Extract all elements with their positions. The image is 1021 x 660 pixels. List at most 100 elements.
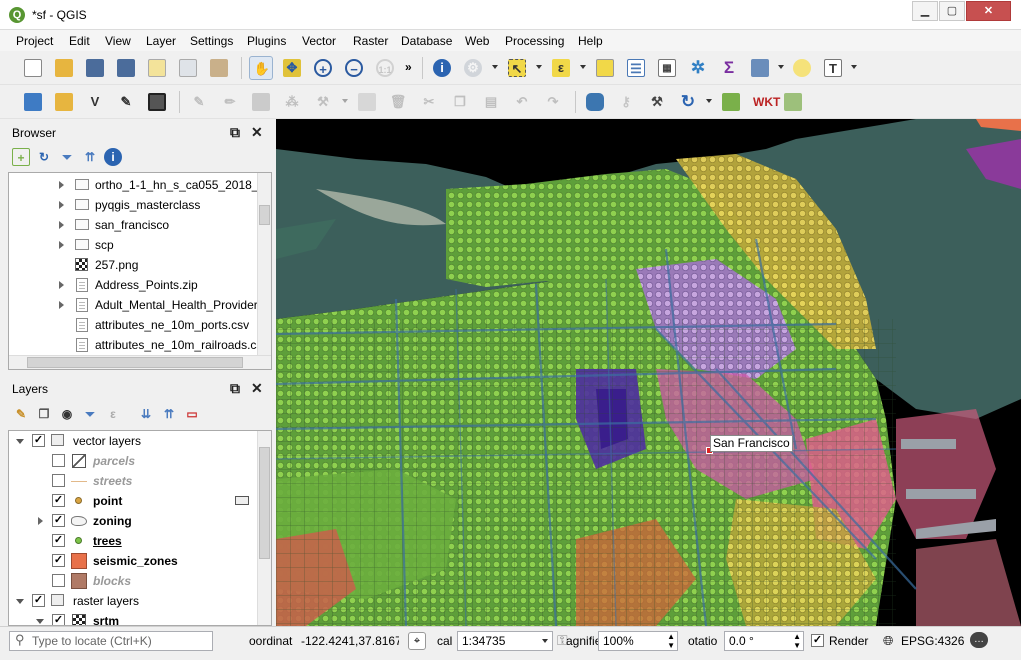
pan-to-selection-button[interactable]: ✥ <box>280 56 304 80</box>
filter-icon[interactable]: ⏷ <box>81 405 99 423</box>
chevron-right-icon[interactable] <box>59 221 64 229</box>
select-features-icon[interactable]: ↖ <box>505 56 529 80</box>
undock-icon[interactable]: ⧉ <box>230 124 240 141</box>
open-project-button[interactable] <box>52 56 76 80</box>
editing-indicator-icon[interactable] <box>235 496 249 505</box>
layer-trees[interactable]: ✓ trees <box>9 531 259 551</box>
collapse-all-icon[interactable]: ⇈ <box>81 148 99 166</box>
toggle-editing-icon[interactable]: ✏ <box>218 90 242 114</box>
layer-checkbox[interactable]: ✓ <box>52 534 65 547</box>
scrollbar-thumb[interactable] <box>259 205 270 225</box>
close-icon[interactable]: ✕ <box>251 380 263 397</box>
redo-icon[interactable]: ↷ <box>541 90 565 114</box>
layer-checkbox[interactable] <box>52 474 65 487</box>
chevron-right-icon[interactable] <box>59 281 64 289</box>
filter-icon[interactable]: ⏷ <box>58 148 76 166</box>
scrollbar-thumb[interactable] <box>259 447 270 559</box>
browser-horizontal-scrollbar[interactable] <box>9 355 271 369</box>
chevron-down-icon[interactable] <box>16 439 24 444</box>
style-panel-icon[interactable]: ✎ <box>12 405 30 423</box>
save-edits-icon[interactable] <box>249 90 273 114</box>
new-geopackage-icon[interactable] <box>52 90 76 114</box>
layer-zoning[interactable]: ✓ zoning <box>9 511 259 531</box>
mouse-coordinates-toggle-icon[interactable]: ⌖ <box>408 632 426 650</box>
digitize-icon[interactable]: ✎ <box>114 90 138 114</box>
vertex-tool-icon[interactable]: ⚒ <box>311 90 335 114</box>
map-canvas[interactable]: San Francisco <box>276 119 1021 626</box>
save-as-button[interactable] <box>114 56 138 80</box>
add-selected-layers-icon[interactable]: + <box>12 148 30 166</box>
menu-web[interactable]: Web <box>465 34 489 48</box>
pan-hand-icon[interactable]: ✋ <box>249 56 273 80</box>
layer-checkbox[interactable]: ✓ <box>52 514 65 527</box>
menu-project[interactable]: Project <box>16 34 53 48</box>
spinner-arrows-icon[interactable]: ▲ ▼ <box>667 632 675 650</box>
chevron-down-icon[interactable] <box>580 65 586 69</box>
chevron-right-icon[interactable] <box>59 241 64 249</box>
chevron-down-icon[interactable] <box>492 65 498 69</box>
browser-item-ortho[interactable]: ortho_1-1_hn_s_ca055_2018_1 <box>9 175 259 195</box>
browser-vertical-scrollbar[interactable] <box>257 173 271 355</box>
statistics-icon[interactable]: Σ <box>717 56 741 80</box>
layout-manager-button[interactable] <box>176 56 200 80</box>
visibility-eye-icon[interactable]: ◉ <box>58 405 76 423</box>
chevron-right-icon[interactable] <box>59 301 64 309</box>
render-checkbox[interactable]: ✓ <box>811 634 824 647</box>
new-print-layout-button[interactable] <box>145 56 169 80</box>
current-edits-icon[interactable]: ✎ <box>187 90 211 114</box>
menu-layer[interactable]: Layer <box>146 34 176 48</box>
menu-settings[interactable]: Settings <box>190 34 233 48</box>
expand-all-icon[interactable]: ⇊ <box>137 405 155 423</box>
magnifier-spinbox[interactable]: 100% ▲ ▼ <box>598 631 678 651</box>
zoom-native-icon[interactable]: 1:1 <box>373 56 397 80</box>
processing-toolbox-icon[interactable]: ✲ <box>686 56 710 80</box>
field-calculator-icon[interactable]: ▦ <box>655 56 679 80</box>
menu-vector[interactable]: Vector <box>302 34 336 48</box>
layer-checkbox[interactable]: ✓ <box>32 434 45 447</box>
chevron-down-icon[interactable] <box>542 639 548 643</box>
zoom-in-icon[interactable]: + <box>311 56 335 80</box>
layer-parcels[interactable]: parcels <box>9 451 259 471</box>
layer-seismic-zones[interactable]: ✓ seismic_zones <box>9 551 259 571</box>
browser-item-address-points[interactable]: Address_Points.zip <box>9 275 259 295</box>
plugin-tool-icon[interactable]: ⚷ <box>614 90 638 114</box>
action-icon[interactable]: ⚙ <box>461 56 485 80</box>
quickmapservices-icon[interactable] <box>719 90 743 114</box>
identify-icon[interactable]: i <box>430 56 454 80</box>
spinner-arrows-icon[interactable]: ▲ ▼ <box>793 632 801 650</box>
rotation-spinbox[interactable]: 0.0 ° ▲ ▼ <box>724 631 804 651</box>
copy-features-icon[interactable]: ❐ <box>448 90 472 114</box>
refresh-icon[interactable]: ↻ <box>35 148 53 166</box>
chevron-down-icon[interactable] <box>536 65 542 69</box>
chevron-right-icon[interactable] <box>59 201 64 209</box>
filter-expression-icon[interactable]: ε <box>104 405 122 423</box>
menu-database[interactable]: Database <box>401 34 452 48</box>
map-tips-icon[interactable] <box>790 56 814 80</box>
save-project-button[interactable] <box>83 56 107 80</box>
layer-checkbox[interactable]: ✓ <box>52 554 65 567</box>
globe-icon[interactable]: 🌐︎ <box>883 633 893 649</box>
chevron-down-icon[interactable] <box>342 99 348 103</box>
layer-checkbox[interactable]: ✓ <box>52 614 65 625</box>
deselect-features-icon[interactable] <box>593 56 617 80</box>
zoom-out-icon[interactable]: − <box>342 56 366 80</box>
text-annotation-icon[interactable]: T <box>821 56 845 80</box>
toolbar-overflow-icon[interactable]: » <box>405 60 412 74</box>
scrollbar-thumb[interactable] <box>27 357 243 368</box>
modify-attributes-icon[interactable] <box>355 90 379 114</box>
add-group-icon[interactable]: ❐ <box>35 405 53 423</box>
python-console-icon[interactable] <box>583 90 607 114</box>
menu-view[interactable]: View <box>105 34 131 48</box>
browser-item-mental-health[interactable]: Adult_Mental_Health_Provider <box>9 295 259 315</box>
locator-search-input[interactable]: ⚲ Type to locate (Ctrl+K) <box>9 631 213 651</box>
crs-button[interactable]: EPSG:4326 <box>901 634 964 648</box>
browser-item-scp[interactable]: scp <box>9 235 259 255</box>
plugin-builder-icon[interactable]: ⚒ <box>645 90 669 114</box>
measure-icon[interactable] <box>748 56 772 80</box>
chevron-down-icon[interactable] <box>778 65 784 69</box>
paste-features-icon[interactable]: ▤ <box>479 90 503 114</box>
close-window-button[interactable]: ✕ <box>966 1 1011 21</box>
chevron-right-icon[interactable] <box>38 517 43 525</box>
add-vector-layer-icon[interactable]: V <box>83 90 107 114</box>
layer-point[interactable]: ✓ point <box>9 491 259 511</box>
